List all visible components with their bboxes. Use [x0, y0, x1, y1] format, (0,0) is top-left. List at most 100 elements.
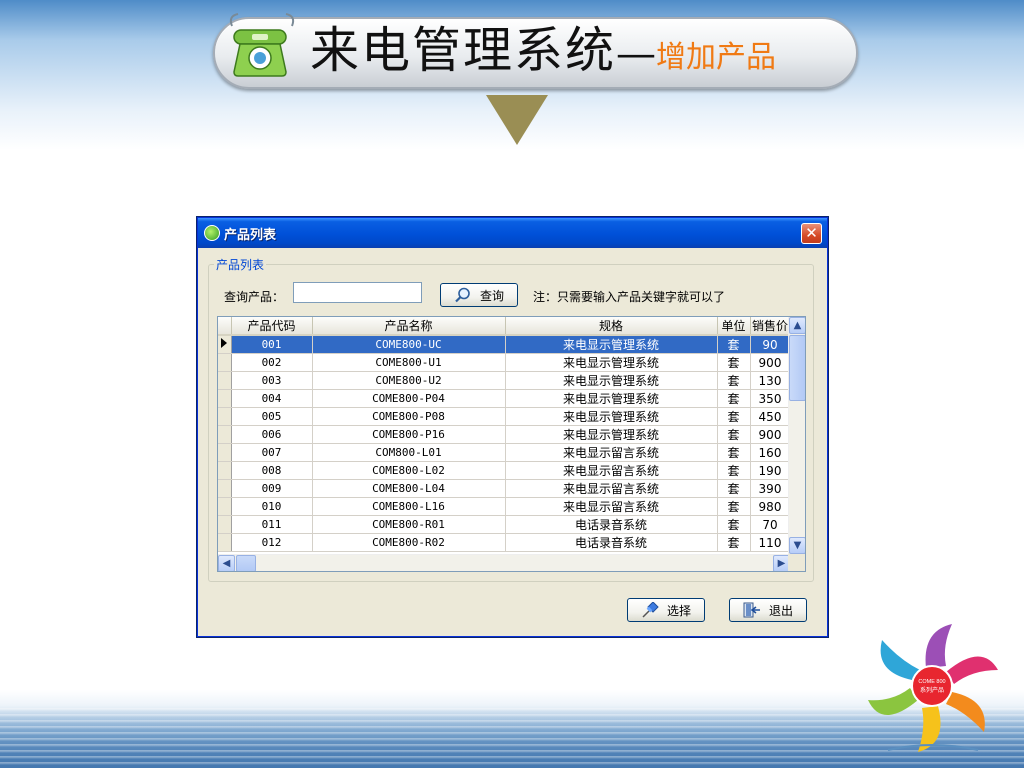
- row-header[interactable]: [218, 407, 232, 426]
- row-header[interactable]: [218, 371, 232, 390]
- table-cell[interactable]: COME800-U2: [312, 371, 506, 390]
- table-row[interactable]: 002 COME800-U1 来电显示管理系统套 900: [218, 353, 791, 372]
- table-row[interactable]: 005 COME800-P08 来电显示管理系统套 450: [218, 407, 791, 426]
- table-cell[interactable]: 001: [231, 335, 313, 354]
- table-cell[interactable]: COME800-L02: [312, 461, 506, 480]
- close-icon[interactable]: ✕: [801, 223, 822, 244]
- table-cell[interactable]: COME800-P16: [312, 425, 506, 444]
- product-grid[interactable]: 产品代码 产品名称 规格 单位 销售价 001 COME800-UC 来电显示管理系…: [217, 316, 806, 572]
- table-cell[interactable]: 套: [717, 443, 751, 462]
- scroll-left-icon[interactable]: ◀: [218, 555, 235, 571]
- table-cell[interactable]: 来电显示管理系统: [505, 335, 718, 354]
- table-cell[interactable]: 套: [717, 407, 751, 426]
- table-cell[interactable]: 130: [750, 371, 791, 390]
- row-header[interactable]: [218, 425, 232, 444]
- select-button[interactable]: 选择: [627, 598, 705, 622]
- table-cell[interactable]: 005: [231, 407, 313, 426]
- table-cell[interactable]: 电话录音系统: [505, 515, 718, 534]
- table-cell[interactable]: 980: [750, 497, 791, 516]
- column-header[interactable]: 规格: [505, 317, 718, 336]
- table-cell[interactable]: 套: [717, 479, 751, 498]
- horizontal-scrollbar[interactable]: ◀ ▶: [218, 554, 790, 571]
- table-cell[interactable]: 350: [750, 389, 791, 408]
- table-cell[interactable]: 006: [231, 425, 313, 444]
- table-cell[interactable]: 012: [231, 533, 313, 552]
- search-input[interactable]: [293, 282, 422, 303]
- table-cell[interactable]: COME800-L16: [312, 497, 506, 516]
- row-header[interactable]: [218, 353, 232, 372]
- table-cell[interactable]: 010: [231, 497, 313, 516]
- table-cell[interactable]: 160: [750, 443, 791, 462]
- table-cell[interactable]: 110: [750, 533, 791, 552]
- row-header[interactable]: [218, 461, 232, 480]
- scroll-down-icon[interactable]: ▼: [789, 537, 805, 554]
- row-header[interactable]: [218, 443, 232, 462]
- table-cell[interactable]: 004: [231, 389, 313, 408]
- row-header[interactable]: [218, 335, 232, 354]
- table-row[interactable]: 009 COME800-L04 来电显示留言系统套 390: [218, 479, 791, 498]
- table-cell[interactable]: 套: [717, 497, 751, 516]
- row-header[interactable]: [218, 533, 232, 552]
- table-cell[interactable]: 来电显示留言系统: [505, 479, 718, 498]
- table-cell[interactable]: 来电显示留言系统: [505, 497, 718, 516]
- table-cell[interactable]: 008: [231, 461, 313, 480]
- column-header[interactable]: 产品名称: [312, 317, 506, 336]
- table-row[interactable]: 008 COME800-L02 来电显示留言系统套 190: [218, 461, 791, 480]
- row-header[interactable]: [218, 479, 232, 498]
- table-cell[interactable]: 来电显示管理系统: [505, 353, 718, 372]
- table-cell[interactable]: 套: [717, 371, 751, 390]
- table-cell[interactable]: 来电显示留言系统: [505, 443, 718, 462]
- column-header[interactable]: 产品代码: [231, 317, 313, 336]
- row-header[interactable]: [218, 389, 232, 408]
- row-header[interactable]: [218, 497, 232, 516]
- column-header[interactable]: 单位: [717, 317, 751, 336]
- dialog-titlebar[interactable]: 产品列表 ✕: [198, 218, 827, 248]
- row-header[interactable]: [218, 515, 232, 534]
- table-cell[interactable]: 来电显示管理系统: [505, 425, 718, 444]
- table-cell[interactable]: 套: [717, 353, 751, 372]
- table-cell[interactable]: 来电显示管理系统: [505, 389, 718, 408]
- table-cell[interactable]: 90: [750, 335, 791, 354]
- table-cell[interactable]: 来电显示管理系统: [505, 407, 718, 426]
- table-cell[interactable]: 来电显示管理系统: [505, 371, 718, 390]
- table-cell[interactable]: 390: [750, 479, 791, 498]
- table-cell[interactable]: 011: [231, 515, 313, 534]
- table-cell[interactable]: 套: [717, 335, 751, 354]
- table-cell[interactable]: COME800-R02: [312, 533, 506, 552]
- table-cell[interactable]: COME800-U1: [312, 353, 506, 372]
- table-cell[interactable]: 套: [717, 389, 751, 408]
- table-row[interactable]: 001 COME800-UC 来电显示管理系统套 90: [218, 335, 791, 354]
- table-cell[interactable]: 900: [750, 425, 791, 444]
- table-cell[interactable]: COME800-UC: [312, 335, 506, 354]
- column-header[interactable]: 销售价: [750, 317, 791, 336]
- table-cell[interactable]: 450: [750, 407, 791, 426]
- table-cell[interactable]: 来电显示留言系统: [505, 461, 718, 480]
- vertical-scrollbar[interactable]: ▲ ▼: [788, 317, 805, 554]
- table-cell[interactable]: 套: [717, 533, 751, 552]
- table-cell[interactable]: 009: [231, 479, 313, 498]
- table-cell[interactable]: 007: [231, 443, 313, 462]
- table-cell[interactable]: 套: [717, 461, 751, 480]
- scroll-up-icon[interactable]: ▲: [789, 317, 805, 334]
- table-row[interactable]: 003 COME800-U2 来电显示管理系统套 130: [218, 371, 791, 390]
- table-cell[interactable]: COME800-P08: [312, 407, 506, 426]
- table-row[interactable]: 004 COME800-P04 来电显示管理系统套 350: [218, 389, 791, 408]
- table-cell[interactable]: COME800-P04: [312, 389, 506, 408]
- table-cell[interactable]: 套: [717, 515, 751, 534]
- horizontal-scroll-thumb[interactable]: [236, 555, 256, 571]
- table-cell[interactable]: 190: [750, 461, 791, 480]
- table-row[interactable]: 010 COME800-L16 来电显示留言系统套 980: [218, 497, 791, 516]
- table-cell[interactable]: 70: [750, 515, 791, 534]
- table-cell[interactable]: 002: [231, 353, 313, 372]
- table-row[interactable]: 006 COME800-P16 来电显示管理系统套 900: [218, 425, 791, 444]
- table-row[interactable]: 011 COME800-R01 电话录音系统套 70: [218, 515, 791, 534]
- table-cell[interactable]: COME800-L04: [312, 479, 506, 498]
- table-cell[interactable]: COME800-R01: [312, 515, 506, 534]
- table-cell[interactable]: 900: [750, 353, 791, 372]
- vertical-scroll-thumb[interactable]: [789, 335, 805, 401]
- table-cell[interactable]: COM800-L01: [312, 443, 506, 462]
- table-cell[interactable]: 003: [231, 371, 313, 390]
- table-cell[interactable]: 套: [717, 425, 751, 444]
- table-row[interactable]: 012 COME800-R02 电话录音系统套 110: [218, 533, 791, 552]
- table-cell[interactable]: 电话录音系统: [505, 533, 718, 552]
